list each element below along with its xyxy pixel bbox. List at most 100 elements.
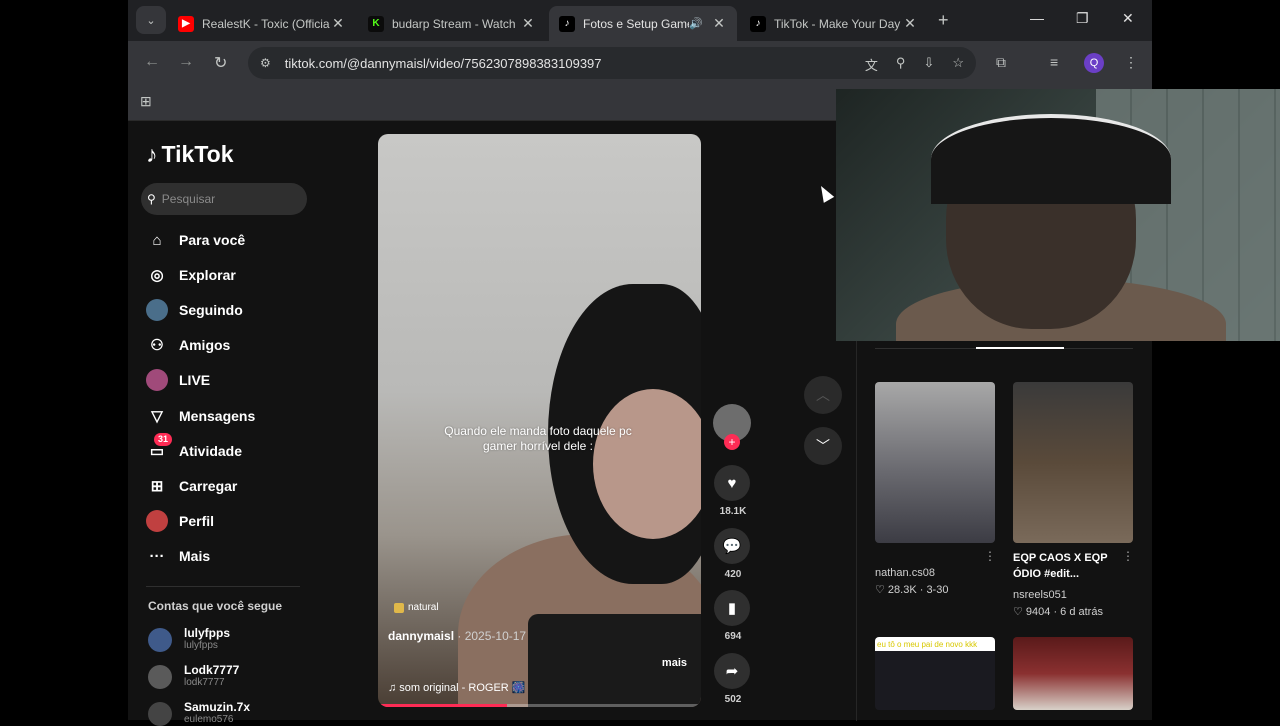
kick-icon: K xyxy=(368,15,384,32)
bookmark-star-icon[interactable]: ☆ xyxy=(952,55,964,74)
tab-youtube[interactable]: ▶ RealestK - Toxic (Official ✕ xyxy=(168,6,356,41)
like-count: 18.1K xyxy=(719,506,747,517)
site-info-icon[interactable]: ⚙ xyxy=(260,56,271,70)
activity-icon: ▭ 31 xyxy=(146,433,173,462)
back-icon[interactable]: ← xyxy=(144,53,160,71)
upload-icon: ⊞ xyxy=(150,478,164,495)
video-progress-bar[interactable] xyxy=(378,704,701,707)
toolbar: ← → ↻ ⚙ tiktok.com/@dannymaisl/video/756… xyxy=(128,41,1152,85)
tab-tiktok[interactable]: ♪ TikTok - Make Your Day ✕ xyxy=(740,6,928,41)
follow-plus-icon[interactable]: + xyxy=(724,434,740,450)
progress-fill xyxy=(378,704,508,707)
related-video-thumbnail[interactable] xyxy=(1013,637,1133,710)
next-video-button[interactable]: ﹀ xyxy=(804,427,842,465)
sidebar-item-seguindo[interactable]: Seguindo xyxy=(146,299,243,321)
profile-icon xyxy=(146,510,168,532)
avatar xyxy=(148,664,172,689)
heart-icon: ♥ xyxy=(727,474,737,492)
sidebar-item-para-voce[interactable]: ⌂ Para você xyxy=(146,229,245,251)
related-video-thumbnail[interactable] xyxy=(1013,382,1133,543)
related-video-title[interactable]: EQP CAOS X EQP ÓDIO #edit... xyxy=(1013,550,1123,582)
related-video-user[interactable]: nsreels051 xyxy=(1013,589,1067,601)
search-input[interactable]: ⚲ Pesquisar xyxy=(141,183,307,215)
avatar xyxy=(148,627,172,652)
tiktok-logo[interactable]: ♪ TikTok xyxy=(146,141,234,168)
close-icon[interactable]: ✕ xyxy=(711,15,727,32)
youtube-icon: ▶ xyxy=(178,15,194,32)
followed-account[interactable]: Samuzin.7x eulemo576 xyxy=(148,701,250,726)
sound-link[interactable]: ♫ som original - ROGER 🎆 xyxy=(388,681,525,694)
tiktok-note-icon: ♪ xyxy=(146,141,158,167)
maximize-button[interactable]: ❐ xyxy=(1076,10,1089,27)
extensions-icon[interactable]: ⧉ xyxy=(996,54,1006,71)
bookmark-icon: ▮ xyxy=(727,600,737,617)
menu-dots-icon[interactable]: ⋮ xyxy=(1124,54,1138,71)
followed-account[interactable]: Lodk7777 lodk7777 xyxy=(148,664,239,689)
minimize-button[interactable]: — xyxy=(1030,10,1044,26)
friends-icon: ⚇ xyxy=(150,337,164,354)
tab-kick[interactable]: K budarp Stream - Watch ✕ xyxy=(358,6,546,41)
profile-avatar[interactable]: Q xyxy=(1084,53,1104,73)
related-video-stats: ♡ 9404 · 6 d atrás xyxy=(1013,606,1103,618)
sidebar-item-perfil[interactable]: Perfil xyxy=(146,510,214,532)
close-icon[interactable]: ✕ xyxy=(330,15,346,32)
speaker-icon[interactable]: 🔊 xyxy=(689,17,703,30)
close-icon[interactable]: ✕ xyxy=(520,15,536,32)
panel-divider xyxy=(856,341,857,721)
following-icon xyxy=(146,299,168,321)
install-icon[interactable]: ⇩ xyxy=(923,55,934,74)
sidebar-item-carregar[interactable]: ⊞ Carregar xyxy=(146,475,238,497)
sidebar-item-explorar[interactable]: ◎ Explorar xyxy=(146,264,235,286)
compass-icon: ◎ xyxy=(150,267,164,284)
related-video-thumbnail[interactable]: eu tô o meu pai de novo kkk xyxy=(875,637,995,710)
reload-icon[interactable]: ↻ xyxy=(214,53,227,73)
chevron-up-icon: ︿ xyxy=(816,387,830,403)
tab-search-button[interactable]: ⌄ xyxy=(136,6,166,34)
followed-account[interactable]: lulyfpps lulyfpps xyxy=(148,627,230,652)
like-button[interactable]: ♥ xyxy=(714,465,750,501)
tab-title: RealestK - Toxic (Official xyxy=(202,16,330,31)
share-icon: ➦ xyxy=(725,663,739,680)
close-window-button[interactable]: ✕ xyxy=(1122,10,1134,27)
address-bar[interactable]: ⚙ tiktok.com/@dannymaisl/video/756230789… xyxy=(248,47,976,79)
forward-icon[interactable]: → xyxy=(178,53,194,71)
tab-tiktok-active[interactable]: ♪ Fotos e Setup Gamer 🔊 ✕ xyxy=(549,6,737,41)
save-button[interactable]: ▮ xyxy=(714,590,750,626)
apps-grid-icon[interactable]: ⊞ xyxy=(140,93,152,110)
sidebar-item-atividade[interactable]: ▭ 31 Atividade xyxy=(146,433,242,462)
live-icon xyxy=(146,369,168,391)
more-options-icon[interactable]: ⋮ xyxy=(1122,549,1134,563)
video-player[interactable]: Quando ele manda foto daquele pc gamer h… xyxy=(378,134,701,707)
related-tab-active-indicator xyxy=(976,347,1064,349)
comment-button[interactable]: 💬 xyxy=(714,528,750,564)
tab-strip: ⌄ ▶ RealestK - Toxic (Official ✕ K budar… xyxy=(128,0,1152,41)
more-options-icon[interactable]: ⋮ xyxy=(984,549,996,563)
notification-badge: 31 xyxy=(154,433,173,446)
video-frame-face xyxy=(593,389,701,539)
share-button[interactable]: ➦ xyxy=(714,653,750,689)
search-placeholder: Pesquisar xyxy=(161,192,216,206)
translate-icon[interactable]: 文 xyxy=(865,55,878,74)
home-icon: ⌂ xyxy=(152,231,162,249)
zoom-icon[interactable]: ⚲ xyxy=(896,55,906,74)
sidebar-item-amigos[interactable]: ⚇ Amigos xyxy=(146,334,230,356)
video-author[interactable]: dannymaisl · 2025-10-17 xyxy=(388,629,526,643)
avatar xyxy=(148,701,172,726)
related-video-user[interactable]: nathan.cs08 xyxy=(875,567,935,579)
url-text[interactable]: tiktok.com/@dannymaisl/video/75623078983… xyxy=(285,56,602,71)
tiktok-icon: ♪ xyxy=(750,15,766,32)
more-button[interactable]: mais xyxy=(662,657,687,669)
new-tab-button[interactable]: + xyxy=(938,10,949,31)
close-icon[interactable]: ✕ xyxy=(902,15,918,32)
related-video-thumbnail[interactable] xyxy=(875,382,995,543)
video-tag[interactable]: natural xyxy=(394,602,439,613)
tiktok-icon: ♪ xyxy=(559,15,575,32)
messages-icon: ▽ xyxy=(151,408,163,425)
related-video-stats: ♡ 28.3K · 3-30 xyxy=(875,584,949,596)
sidebar-item-mensagens[interactable]: ▽ Mensagens xyxy=(146,405,255,427)
sidebar-item-live[interactable]: LIVE xyxy=(146,369,210,391)
media-control-icon[interactable]: ≡ xyxy=(1050,54,1058,70)
previous-video-button[interactable]: ︿ xyxy=(804,376,842,414)
sidebar-item-mais[interactable]: ··· Mais xyxy=(146,545,211,567)
following-accounts-title: Contas que você segue xyxy=(148,599,283,613)
